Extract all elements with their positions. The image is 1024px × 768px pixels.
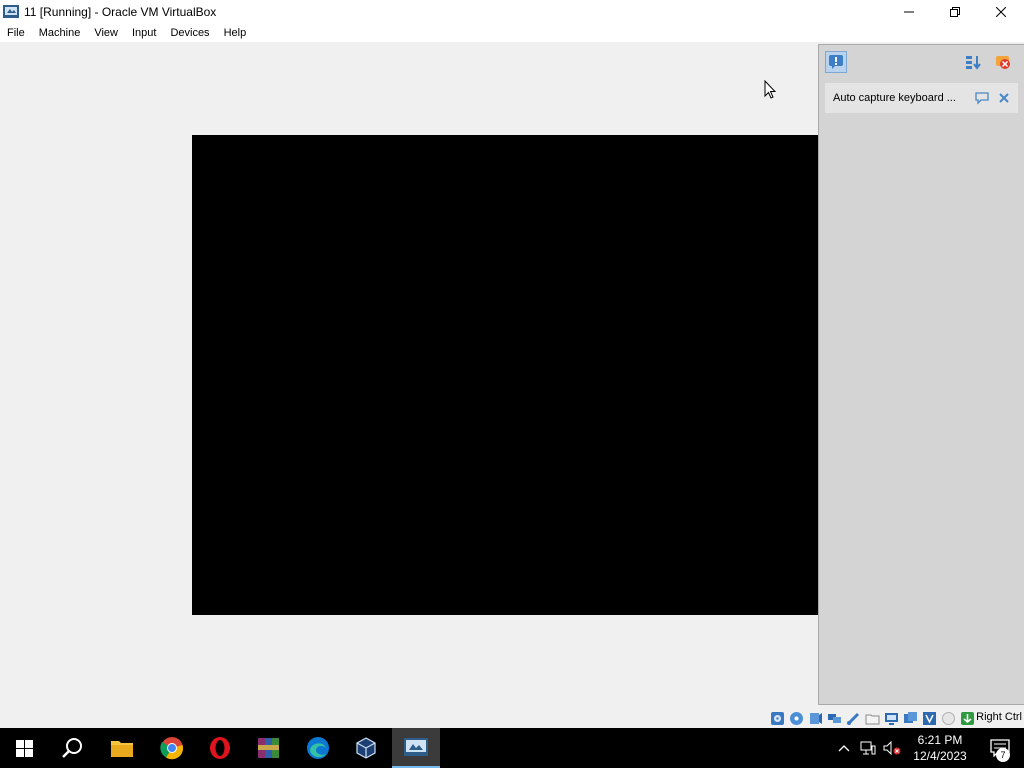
notification-text: Auto capture keyboard ... bbox=[833, 92, 956, 104]
notification-help-button[interactable] bbox=[974, 90, 990, 106]
recording-icon[interactable] bbox=[901, 710, 919, 726]
clear-all-notifications-button[interactable] bbox=[992, 51, 1014, 73]
virtualbox-vm-icon[interactable] bbox=[3, 4, 19, 20]
menu-view[interactable]: View bbox=[87, 24, 125, 42]
taskbar-winrar[interactable] bbox=[245, 728, 293, 768]
windows-taskbar: 6:21 PM 12/4/2023 7 bbox=[0, 728, 1024, 768]
clock-date: 12/4/2023 bbox=[913, 749, 967, 763]
menu-file[interactable]: File bbox=[0, 24, 32, 42]
system-tray: 6:21 PM 12/4/2023 7 bbox=[832, 728, 1024, 768]
virtualbox-cube-icon bbox=[356, 737, 376, 759]
audio-icon[interactable] bbox=[806, 710, 824, 726]
search-button[interactable] bbox=[48, 728, 96, 768]
chrome-icon bbox=[160, 737, 184, 760]
title-bar: 11 [Running] - Oracle VM VirtualBox bbox=[0, 0, 1024, 24]
vm-screen[interactable] bbox=[192, 135, 819, 615]
taskbar-opera[interactable] bbox=[196, 728, 244, 768]
notification-close-button[interactable] bbox=[996, 90, 1012, 106]
notification-toggle-button[interactable] bbox=[825, 51, 847, 73]
host-key-label[interactable]: Right Ctrl bbox=[976, 710, 1022, 725]
volume-muted-icon[interactable] bbox=[880, 728, 904, 768]
clear-all-icon bbox=[996, 56, 1010, 69]
show-hidden-icons-chevron-icon[interactable] bbox=[832, 728, 856, 768]
clock-time: 6:21 PM bbox=[917, 733, 963, 747]
vm-status-bar: Right Ctrl bbox=[0, 707, 1024, 728]
cpu-icon[interactable] bbox=[920, 710, 938, 726]
optical-drive-icon[interactable] bbox=[787, 710, 805, 726]
window-title: 11 [Running] - Oracle VM VirtualBox bbox=[24, 5, 217, 19]
opera-icon bbox=[210, 737, 230, 759]
menu-input[interactable]: Input bbox=[125, 24, 163, 42]
network-icon[interactable] bbox=[825, 710, 843, 726]
mouse-integration-icon[interactable] bbox=[939, 710, 957, 726]
usb-icon[interactable] bbox=[844, 710, 862, 726]
shared-folders-icon[interactable] bbox=[863, 710, 881, 726]
balloon-help-icon bbox=[975, 92, 989, 105]
edge-icon bbox=[307, 737, 329, 759]
minimize-button[interactable] bbox=[886, 0, 932, 24]
winrar-icon bbox=[258, 738, 279, 758]
notification-item[interactable]: Auto capture keyboard ... bbox=[825, 83, 1018, 113]
virtualbox-vm-icon bbox=[404, 738, 428, 756]
folder-icon bbox=[111, 741, 133, 757]
network-status-icon[interactable] bbox=[856, 728, 880, 768]
menu-devices[interactable]: Devices bbox=[163, 24, 216, 42]
search-icon bbox=[62, 738, 82, 758]
keyboard-icon[interactable] bbox=[958, 710, 976, 726]
close-icon bbox=[999, 93, 1009, 103]
sort-notifications-button[interactable] bbox=[962, 51, 984, 73]
taskbar-file-explorer[interactable] bbox=[98, 728, 146, 768]
taskbar-virtualbox-vm[interactable] bbox=[392, 728, 440, 768]
notification-toolbar bbox=[819, 45, 1024, 79]
display-icon[interactable] bbox=[882, 710, 900, 726]
mouse-cursor-icon bbox=[764, 80, 776, 99]
menu-help[interactable]: Help bbox=[217, 24, 254, 42]
taskbar-virtualbox-manager[interactable] bbox=[342, 728, 390, 768]
close-button[interactable] bbox=[978, 0, 1024, 24]
taskbar-edge[interactable] bbox=[294, 728, 342, 768]
menu-machine[interactable]: Machine bbox=[32, 24, 88, 42]
windows-logo-icon bbox=[15, 739, 33, 757]
hard-disk-icon[interactable] bbox=[768, 710, 786, 726]
start-button[interactable] bbox=[0, 728, 48, 768]
restore-button[interactable] bbox=[932, 0, 978, 24]
notification-count-badge: 7 bbox=[996, 748, 1010, 762]
action-center-button[interactable]: 7 bbox=[976, 728, 1024, 768]
taskbar-clock[interactable]: 6:21 PM 12/4/2023 bbox=[904, 732, 976, 764]
sort-icon bbox=[966, 56, 981, 70]
exclamation-balloon-icon bbox=[829, 55, 843, 69]
notification-center-panel: Auto capture keyboard ... bbox=[818, 44, 1024, 705]
taskbar-chrome[interactable] bbox=[148, 728, 196, 768]
menu-bar: File Machine View Input Devices Help bbox=[0, 24, 1024, 42]
